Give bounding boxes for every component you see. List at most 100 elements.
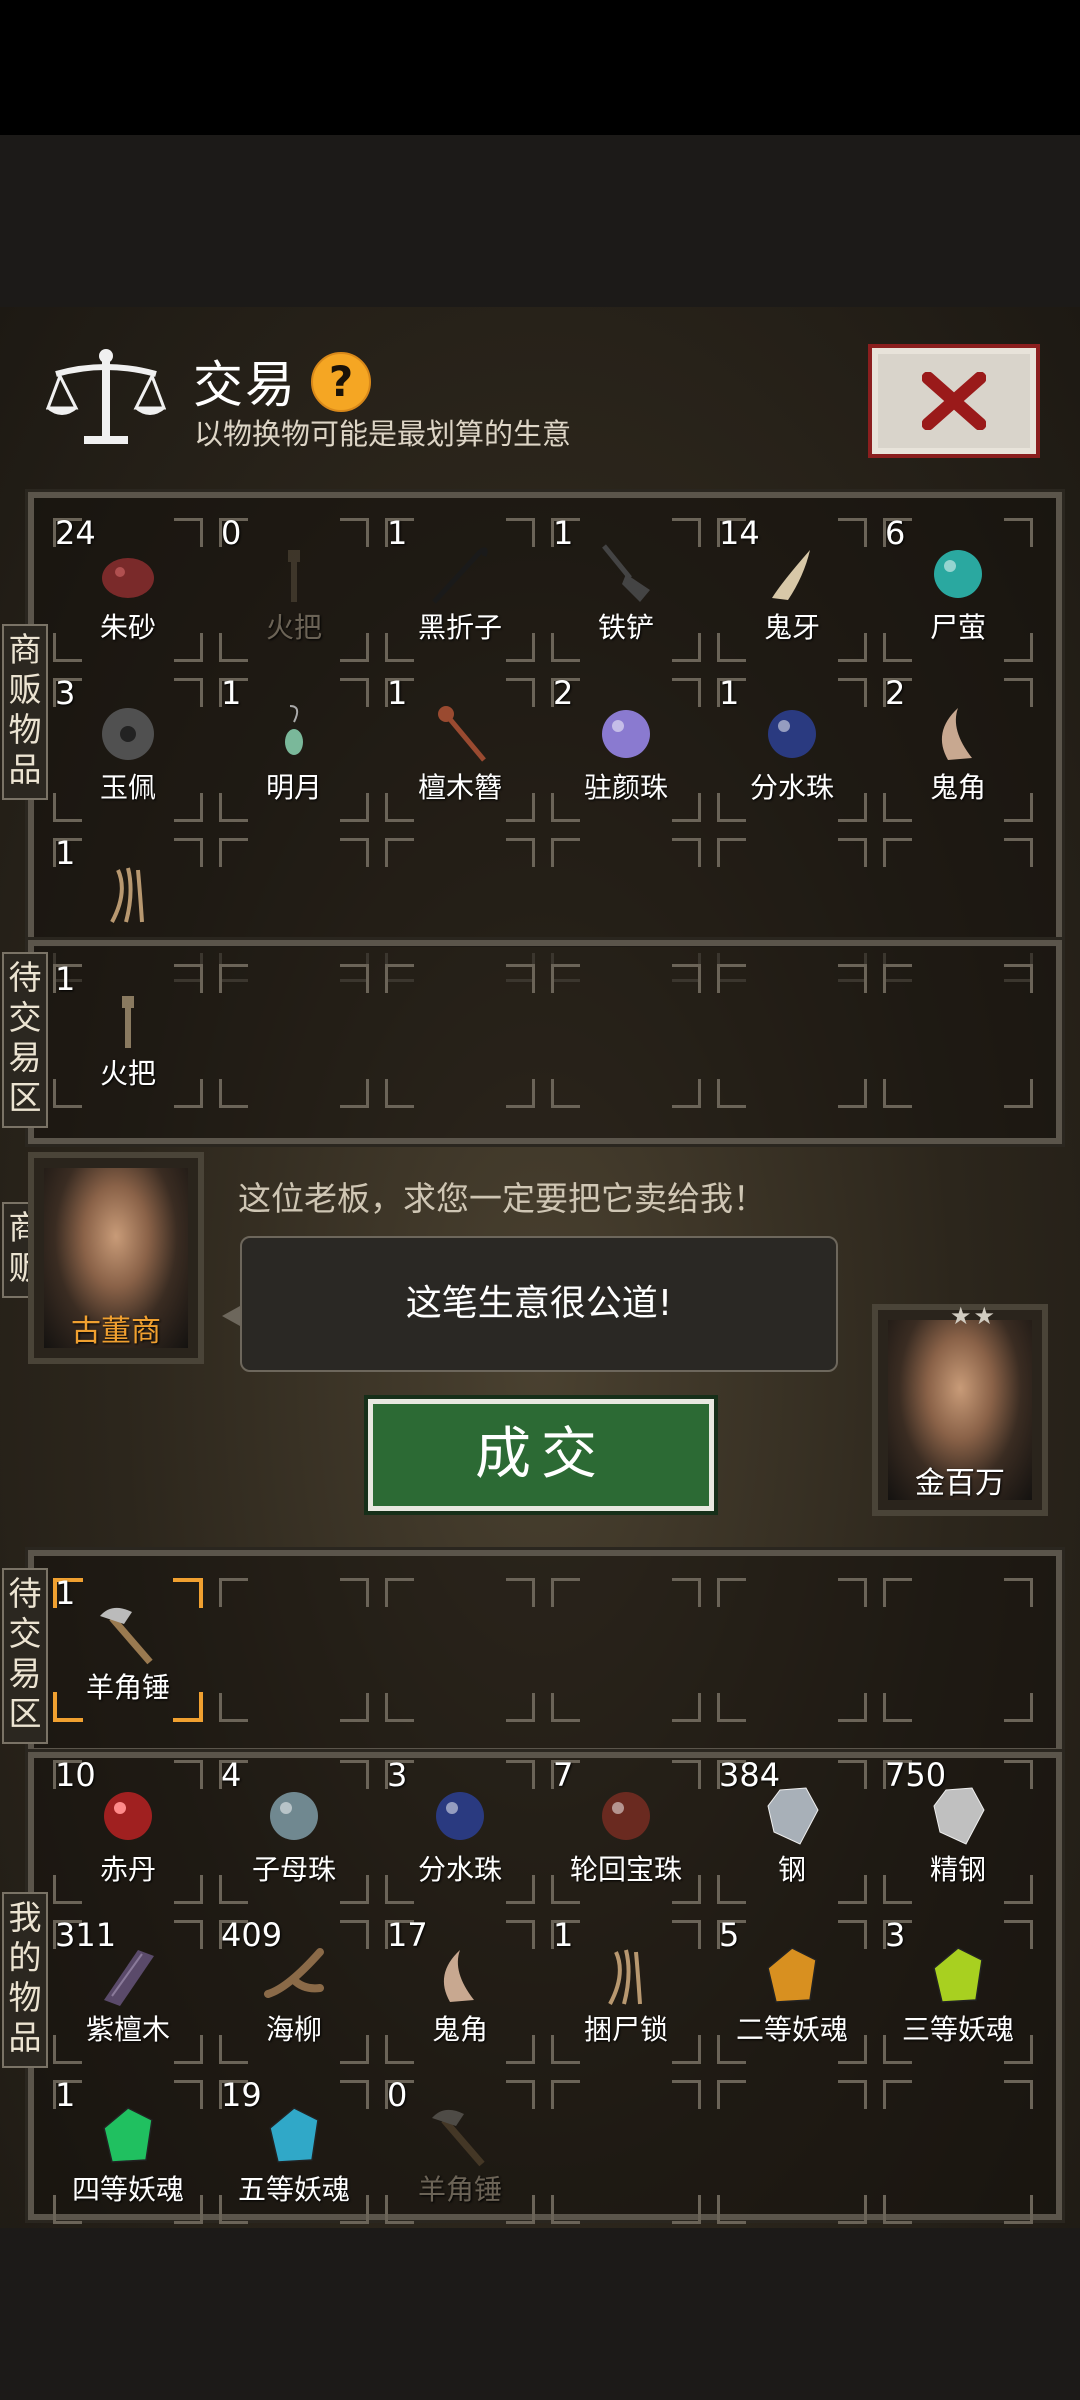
item-count: 24 [55,514,96,552]
slot-corner [340,1920,369,1949]
empty-slot[interactable] [377,956,543,1116]
item-count: 3 [885,1916,906,1954]
merchant-portrait[interactable]: 古董商 [28,1152,204,1364]
item-slot[interactable]: 3 玉佩 [45,670,211,830]
item-slot[interactable]: 4 子母珠 [211,1752,377,1912]
item-slot[interactable]: 1 分水珠 [709,670,875,830]
side-label-my-goods: 我的物品 [2,1892,48,2068]
item-slot[interactable]: 3 三等妖魂 [875,1912,1041,2072]
slot-corner [672,678,701,707]
slot-corner [717,1578,746,1607]
slot-corner [672,1079,701,1108]
item-name: 五等妖魂 [237,2173,350,2206]
item-slot[interactable]: 14 鬼牙 [709,510,875,670]
item-name: 鬼角 [929,771,986,804]
deal-button[interactable]: 成交 [364,1395,718,1515]
help-icon[interactable]: ? [311,352,371,412]
slot-corner [340,518,369,547]
empty-slot[interactable] [543,956,709,1116]
slot-corner [883,2195,912,2224]
hammer-icon [100,1607,153,1665]
item-name: 精钢 [929,1853,986,1886]
item-name: 二等妖魂 [735,2013,848,2046]
item-slot[interactable]: 1 铁铲 [543,510,709,670]
item-slot[interactable]: 1 明月 [211,670,377,830]
close-x-icon [922,372,986,430]
item-slot[interactable]: 6 尸萤 [875,510,1041,670]
empty-slot[interactable] [543,2072,709,2232]
item-slot[interactable]: 17 鬼角 [377,1912,543,2072]
side-label-pending-top: 待交易区 [2,952,48,1128]
empty-slot[interactable] [875,1570,1041,1730]
slot-corner [340,678,369,707]
empty-slot[interactable] [709,1570,875,1730]
slot-corner [174,964,203,993]
close-button[interactable] [868,344,1040,458]
empty-slot[interactable] [211,1570,377,1730]
empty-slot[interactable] [709,2072,875,2232]
empty-slot[interactable] [875,956,1041,1116]
slot-corner [838,1693,867,1722]
item-slot[interactable]: 2 鬼角 [875,670,1041,830]
item-name: 钢 [777,1853,806,1886]
item-slot[interactable]: 311 紫檀木 [45,1912,211,2072]
pearl-icon [602,710,650,758]
speech-bubble: 这笔生意很公道! [240,1236,838,1372]
item-name: 紫檀木 [85,2013,170,2046]
item-name: 檀木簪 [417,771,502,804]
item-slot[interactable]: 19 五等妖魂 [211,2072,377,2232]
item-slot[interactable]: 1 黑折子 [377,510,543,670]
item-count: 1 [55,834,76,872]
item-slot[interactable]: 1 檀木簪 [377,670,543,830]
item-slot[interactable]: 3 分水珠 [377,1752,543,1912]
speech-tail [222,1306,240,1326]
item-slot[interactable]: 1 捆尸锁 [543,1912,709,2072]
slot-corner [672,1760,701,1789]
player-portrait[interactable]: 金百万 [872,1304,1048,1516]
item-slot[interactable]: 24 朱砂 [45,510,211,670]
item-count: 19 [221,2076,262,2114]
slot-corner [717,2195,746,2224]
slot-corner [838,518,867,547]
empty-slot[interactable] [875,2072,1041,2232]
item-slot[interactable]: 2 驻颜珠 [543,670,709,830]
item-name: 分水珠 [417,1853,502,1886]
item-slot[interactable]: 750 精钢 [875,1752,1041,1912]
player-name: 金百万 [915,1466,1005,1501]
item-slot[interactable]: 10 赤丹 [45,1752,211,1912]
slot-corner [551,838,580,867]
slot-corner [717,838,746,867]
item-slot[interactable]: 1 羊角锤 [45,1570,211,1730]
empty-slot[interactable] [211,956,377,1116]
item-slot[interactable]: 0 火把 [211,510,377,670]
item-count: 750 [885,1756,947,1794]
empty-slot[interactable] [377,1570,543,1730]
item-count: 1 [719,674,740,712]
item-slot[interactable]: 5 二等妖魂 [709,1912,875,2072]
slot-corner [717,964,746,993]
side-label-merchant-goods: 商贩物品 [2,624,48,800]
jade-pendant-icon [102,708,154,760]
item-slot[interactable]: 0 羊角锤 [377,2072,543,2232]
item-slot[interactable]: 1 火把 [45,956,211,1116]
item-count: 1 [387,514,408,552]
slot-corner [672,1920,701,1949]
empty-slot[interactable] [543,1570,709,1730]
item-name: 海柳 [265,2013,322,2046]
item-name: 明月 [265,771,322,804]
item-slot[interactable]: 7 轮回宝珠 [543,1752,709,1912]
slot-corner [174,838,203,867]
item-count: 2 [885,674,906,712]
item-count: 1 [55,960,76,998]
page-title: 交易 [193,356,297,414]
item-slot[interactable]: 1 四等妖魂 [45,2072,211,2232]
item-slot[interactable]: 409 海柳 [211,1912,377,2072]
empty-slot[interactable] [709,956,875,1116]
slot-corner [1004,1920,1033,1949]
item-name: 轮回宝珠 [569,1853,682,1886]
item-count: 1 [55,1574,76,1612]
slot-corner [506,518,535,547]
item-count: 0 [221,514,242,552]
slot-corner [1004,964,1033,993]
item-slot[interactable]: 384 钢 [709,1752,875,1912]
